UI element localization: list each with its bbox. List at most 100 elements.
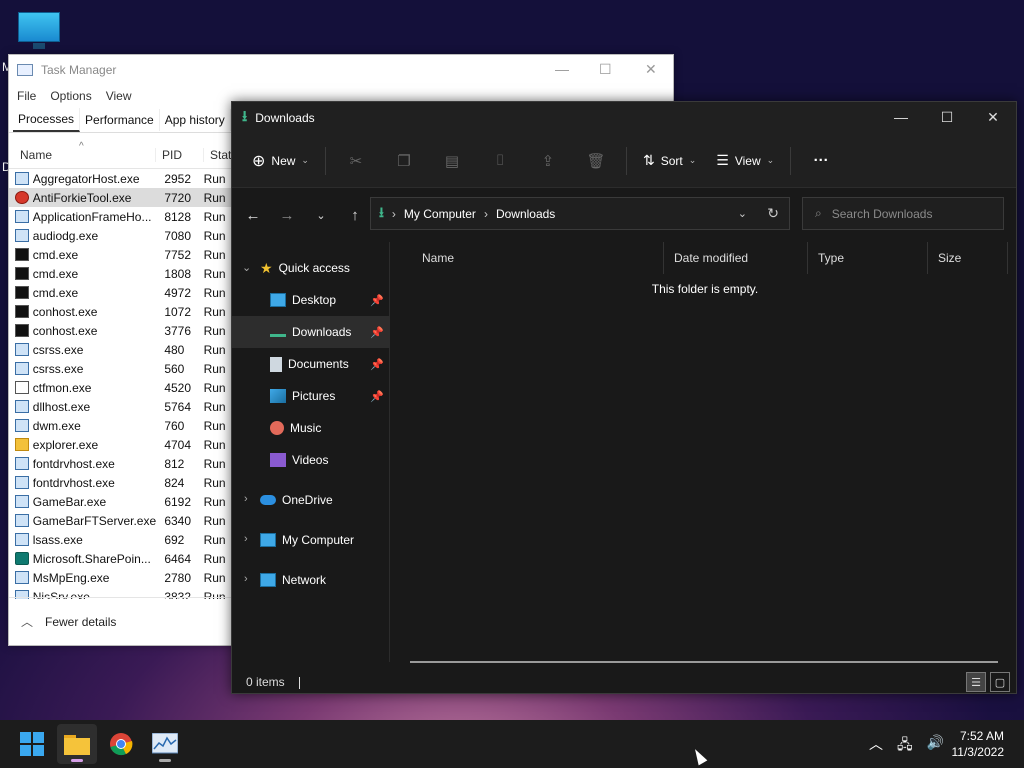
chevron-down-icon[interactable]: ⌄: [242, 261, 251, 274]
process-row[interactable]: conhost.exe 1072 Run: [9, 302, 233, 321]
toolbar-divider: [324, 146, 326, 175]
taskbar-task-manager[interactable]: [145, 724, 185, 764]
menu-options[interactable]: Options: [50, 89, 91, 103]
sidebar-item-documents[interactable]: Documents 📌: [232, 348, 390, 380]
close-icon[interactable]: ✕: [970, 102, 1016, 132]
share-icon[interactable]: ⇪: [524, 145, 572, 177]
tab-processes[interactable]: Processes: [13, 107, 81, 132]
process-row[interactable]: ctfmon.exe 4520 Run: [9, 378, 233, 397]
tab-performance[interactable]: Performance: [80, 108, 160, 131]
process-row[interactable]: conhost.exe 3776 Run: [9, 321, 233, 340]
new-label: New: [271, 153, 296, 168]
chevron-right-icon[interactable]: ›: [244, 533, 248, 545]
process-list[interactable]: AggregatorHost.exe 2952 Run AntiForkieTool.…: [9, 169, 233, 599]
sort-button[interactable]: ⇅ Sort ⌄: [633, 145, 706, 177]
process-row[interactable]: MsMpEng.exe 2780 Run: [9, 568, 233, 587]
sidebar-item-quick-access[interactable]: ★ Quick access: [260, 252, 390, 284]
breadcrumb-downloads[interactable]: Downloads: [496, 207, 555, 221]
delete-icon[interactable]: 🗑: [572, 145, 620, 177]
start-button[interactable]: [12, 724, 52, 764]
process-row[interactable]: AggregatorHost.exe 2952 Run: [9, 169, 233, 188]
sidebar-item-desktop[interactable]: Desktop 📌: [232, 284, 390, 316]
search-box[interactable]: ⌕ Search Downloads: [802, 197, 1004, 230]
pin-icon[interactable]: 📌: [370, 390, 384, 403]
chevron-right-icon[interactable]: ›: [244, 573, 248, 585]
menu-view[interactable]: View: [106, 89, 132, 103]
copy-icon[interactable]: ❐: [380, 145, 428, 177]
sidebar-item-videos[interactable]: Videos: [232, 444, 390, 476]
pin-icon[interactable]: 📌: [370, 326, 384, 339]
cut-icon[interactable]: ✂: [332, 145, 380, 177]
refresh-icon[interactable]: ↻: [767, 205, 779, 222]
process-row[interactable]: Microsoft.SharePoin... 6464 Run: [9, 549, 233, 568]
view-button[interactable]: ☰ View ⌄: [706, 145, 784, 177]
minimize-icon[interactable]: —: [555, 61, 569, 77]
process-row[interactable]: GameBarFTServer.exe 6340 Run: [9, 511, 233, 530]
details-view-icon[interactable]: ☰: [966, 672, 986, 692]
back-arrow-icon[interactable]: ←: [236, 207, 270, 224]
pin-icon[interactable]: 📌: [370, 294, 384, 307]
horizontal-scrollbar[interactable]: [410, 661, 998, 663]
sidebar-item-downloads[interactable]: Downloads 📌: [232, 316, 390, 348]
network-status-icon[interactable]: 🖧: [897, 734, 913, 758]
address-bar[interactable]: ⭳ › My Computer › Downloads ⌄ ↻: [370, 197, 790, 230]
taskbar-chrome[interactable]: [101, 724, 141, 764]
close-icon[interactable]: ✕: [645, 61, 657, 78]
process-row[interactable]: cmd.exe 4972 Run: [9, 283, 233, 302]
show-hidden-icons-chevron-icon[interactable]: ︿: [869, 734, 883, 758]
volume-icon[interactable]: 🔊: [927, 734, 944, 758]
process-row[interactable]: GameBar.exe 6192 Run: [9, 492, 233, 511]
process-row[interactable]: ApplicationFrameHo... 8128 Run: [9, 207, 233, 226]
sidebar-item-music[interactable]: Music: [232, 412, 390, 444]
maximize-icon[interactable]: ☐: [924, 102, 970, 132]
column-date-modified[interactable]: Date modified: [664, 242, 808, 274]
paste-icon[interactable]: ▤: [428, 145, 476, 177]
process-row[interactable]: explorer.exe 4704 Run: [9, 435, 233, 454]
process-row[interactable]: audiodg.exe 7080 Run: [9, 226, 233, 245]
column-status[interactable]: Stat: [203, 147, 233, 162]
maximize-icon[interactable]: ☐: [599, 61, 612, 78]
taskbar-file-explorer[interactable]: [57, 724, 97, 764]
chevron-down-icon: ⌄: [301, 155, 309, 165]
window-icon: [15, 533, 29, 546]
menu-file[interactable]: File: [17, 89, 36, 103]
minimize-icon[interactable]: —: [878, 102, 924, 132]
chevron-right-icon[interactable]: ›: [244, 493, 248, 505]
column-pid[interactable]: PID: [155, 147, 203, 162]
more-options-icon[interactable]: ···: [797, 145, 845, 177]
desktop-computer-icon[interactable]: [16, 10, 62, 50]
up-arrow-icon[interactable]: ↑: [338, 207, 372, 224]
breadcrumb-my-computer[interactable]: My Computer: [404, 207, 476, 221]
console-icon: [15, 248, 29, 261]
process-row[interactable]: csrss.exe 560 Run: [9, 359, 233, 378]
process-row[interactable]: dllhost.exe 5764 Run: [9, 397, 233, 416]
rename-icon[interactable]: ⌷: [476, 145, 524, 177]
process-row[interactable]: csrss.exe 480 Run: [9, 340, 233, 359]
process-row[interactable]: fontdrvhost.exe 812 Run: [9, 454, 233, 473]
tab-app-history[interactable]: App history: [160, 108, 231, 131]
explorer-titlebar[interactable]: ⭳ Downloads — ☐ ✕: [232, 102, 1016, 134]
address-history-chevron-icon[interactable]: ⌄: [738, 207, 747, 220]
process-row[interactable]: dwm.exe 760 Run: [9, 416, 233, 435]
recent-locations-chevron-icon[interactable]: ⌄: [304, 209, 338, 222]
column-name[interactable]: Name: [412, 242, 664, 274]
forward-arrow-icon[interactable]: →: [270, 207, 304, 224]
process-row[interactable]: AntiForkieTool.exe 7720 Run: [9, 188, 233, 207]
system-tray: ︿ 🖧 🔊: [869, 734, 944, 758]
clock[interactable]: 7:52 AM 11/3/2022: [952, 728, 1005, 760]
column-size[interactable]: Size: [928, 242, 1008, 274]
sidebar-item-my-computer[interactable]: My Computer: [260, 524, 390, 556]
new-button[interactable]: ⊕ New ⌄: [242, 145, 319, 177]
process-row[interactable]: lsass.exe 692 Run: [9, 530, 233, 549]
tiles-view-icon[interactable]: ▢: [990, 672, 1010, 692]
task-manager-titlebar[interactable]: Task Manager — ☐ ✕: [9, 55, 673, 85]
pin-icon[interactable]: 📌: [370, 358, 384, 371]
column-type[interactable]: Type: [808, 242, 928, 274]
sidebar-item-onedrive[interactable]: OneDrive: [260, 484, 390, 516]
process-row[interactable]: cmd.exe 1808 Run: [9, 264, 233, 283]
sidebar-item-pictures[interactable]: Pictures 📌: [232, 380, 390, 412]
sidebar-item-network[interactable]: Network: [260, 564, 390, 596]
process-row[interactable]: fontdrvhost.exe 824 Run: [9, 473, 233, 492]
process-row[interactable]: cmd.exe 7752 Run: [9, 245, 233, 264]
search-input[interactable]: Search Downloads: [832, 207, 933, 221]
